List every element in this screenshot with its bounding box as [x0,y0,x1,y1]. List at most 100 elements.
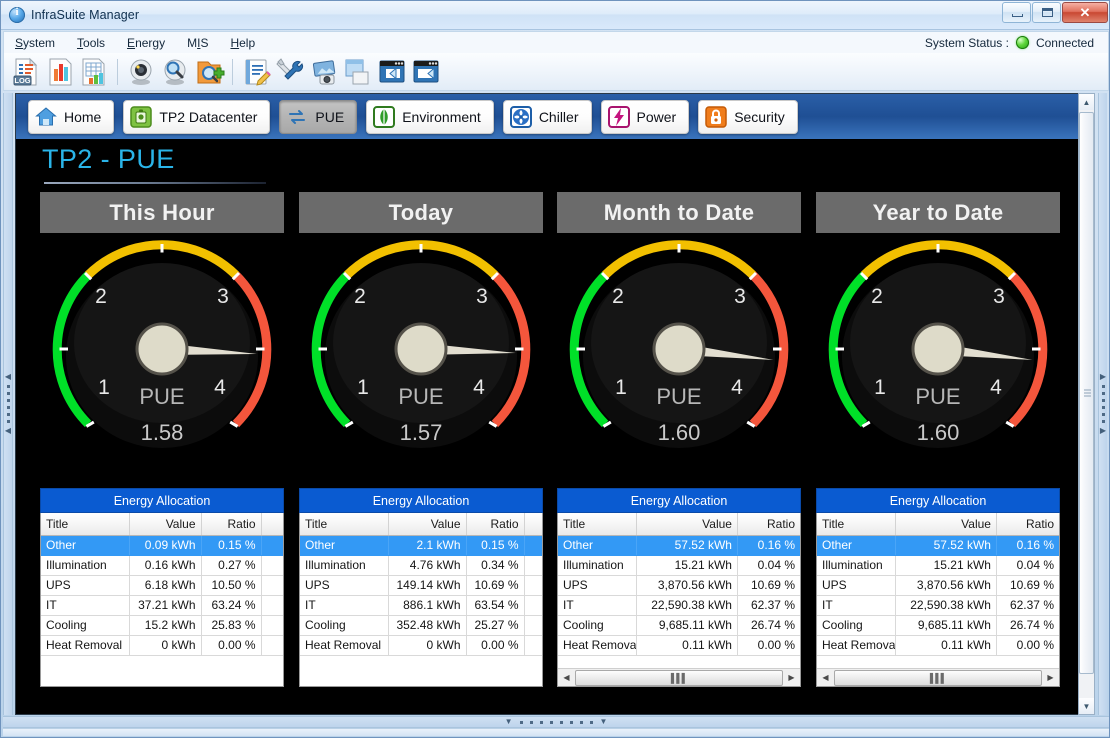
vertical-scroll-thumb[interactable] [1079,112,1094,674]
table-row[interactable]: UPS 6.18 kWh 10.50 % [41,575,283,596]
nav-tab-security[interactable]: Security [698,99,798,134]
table-row[interactable]: Other 0.09 kWh 0.15 % [41,535,283,556]
table-row[interactable]: Illumination 15.21 kWh 0.04 % [817,555,1059,576]
table-row[interactable]: Other 2.1 kWh 0.15 % [300,535,542,556]
table-horizontal-scrollbar[interactable]: ◀ ▌▌▌ ▶ [558,668,800,686]
left-panel-splitter[interactable]: ◀ ◀ [3,93,13,715]
table-row[interactable]: Heat Removal 0.11 kWh 0.00 % [558,635,800,656]
table-row[interactable]: IT 37.21 kWh 63.24 % [41,595,283,616]
splitter-expand-right-icon[interactable]: ▶ [1100,427,1106,435]
table-row[interactable]: Other 57.52 kWh 0.16 % [558,535,800,556]
nav-tab-power[interactable]: Power [600,99,690,134]
splitter-collapse-down-icon[interactable]: ▼ [505,718,513,726]
scroll-right-icon[interactable]: ▶ [783,670,800,686]
svg-text:1: 1 [874,376,886,399]
col-header-value[interactable]: Value [129,513,202,536]
col-header-value[interactable]: Value [388,513,467,536]
gauge-value-3: 1.60 [917,420,960,445]
scroll-track[interactable]: ▌▌▌ [575,669,783,686]
table-row[interactable]: IT 22,590.38 kWh 62.37 % [817,595,1059,616]
bar-chart-report-icon[interactable] [44,56,76,88]
table-row[interactable]: Cooling 15.2 kWh 25.83 % [41,615,283,636]
bottom-panel-splitter[interactable]: ▼ ▼ [3,716,1109,728]
menu-item-energy[interactable]: Energy [116,34,176,52]
add-device-icon[interactable] [193,56,225,88]
system-status-value: Connected [1035,35,1094,50]
gauge-value-2: 1.60 [658,420,701,445]
scroll-right-icon[interactable]: ▶ [1042,670,1059,686]
scroll-down-icon[interactable]: ▼ [1079,698,1094,714]
menu-item-mis[interactable]: MIS [176,34,219,52]
splitter-expand-left-icon[interactable]: ◀ [5,427,11,435]
splitter-collapse-right-icon[interactable]: ▶ [1100,373,1106,381]
table-row[interactable]: Heat Removal 0.11 kWh 0.00 % [817,635,1059,656]
nav-tab-environment[interactable]: Environment [366,99,494,134]
table-row[interactable]: IT 22,590.38 kWh 62.37 % [558,595,800,616]
status-bar [3,728,1109,736]
cell-pad [524,575,542,596]
splitter-collapse-left-icon[interactable]: ◀ [5,373,11,381]
menu-item-system[interactable]: System [4,34,66,52]
close-button[interactable]: ✕ [1062,2,1108,23]
table-row[interactable]: UPS 3,870.56 kWh 10.69 % [817,575,1059,596]
navigate-back-icon[interactable] [376,56,408,88]
nav-tab-home[interactable]: Home [28,99,115,134]
maximize-button[interactable] [1032,2,1061,23]
table-report-icon[interactable] [78,56,110,88]
gauge-month-to-date: 1 2 3 4 PUE 1.60 [557,238,801,488]
navigate-forward-icon[interactable] [410,56,442,88]
table-horizontal-scrollbar[interactable]: ◀ ▌▌▌ ▶ [817,668,1059,686]
nav-tab-tp2-datacenter[interactable]: TP2 Datacenter [123,99,271,134]
table-row[interactable]: Illumination 15.21 kWh 0.04 % [558,555,800,576]
svg-text:3: 3 [476,285,488,308]
scroll-thumb[interactable]: ▌▌▌ [575,669,783,686]
table-row[interactable]: UPS 3,870.56 kWh 10.69 % [558,575,800,596]
table-row[interactable]: Illumination 4.76 kWh 0.34 % [300,555,542,576]
scroll-grip-icon [1084,388,1091,399]
table-row[interactable]: Heat Removal 0 kWh 0.00 % [41,635,283,656]
col-header-value[interactable]: Value [895,513,997,536]
menu-item-tools[interactable]: Tools [66,34,116,52]
scroll-up-icon[interactable]: ▲ [1079,94,1094,110]
chiller-fan-icon [509,105,533,129]
col-header-title[interactable]: Title [817,513,897,536]
table-row[interactable]: Illumination 0.16 kWh 0.27 % [41,555,283,576]
col-header-ratio[interactable]: Ratio [201,513,262,536]
device-search-icon[interactable] [159,56,191,88]
table-row[interactable]: Cooling 9,685.11 kWh 26.74 % [558,615,800,636]
table-row[interactable]: UPS 149.14 kWh 10.69 % [300,575,542,596]
window-layout-icon[interactable] [342,56,374,88]
snapshot-icon[interactable] [308,56,340,88]
cell-title: UPS [41,575,130,596]
settings-tools-icon[interactable] [274,56,306,88]
table-row[interactable]: Other 57.52 kWh 0.16 % [817,535,1059,556]
log-report-icon[interactable]: LOG [10,56,42,88]
scroll-left-icon[interactable]: ◀ [817,670,834,686]
table-header-row: Title Value Ratio [558,513,800,536]
right-panel-splitter[interactable]: ▶ ▶ [1098,93,1107,715]
nav-tab-chiller[interactable]: Chiller [502,99,592,134]
table-row[interactable]: Cooling 9,685.11 kWh 26.74 % [817,615,1059,636]
col-header-ratio[interactable]: Ratio [737,513,800,536]
nav-tab-pue[interactable]: PUE [279,99,358,134]
col-header-title[interactable]: Title [558,513,638,536]
col-header-title[interactable]: Title [300,513,389,536]
scroll-track[interactable]: ▌▌▌ [834,669,1042,686]
table-body-1: Other 2.1 kWh 0.15 % Illumination 4.76 kWh 0.… [300,535,542,656]
table-row[interactable]: Cooling 352.48 kWh 25.27 % [300,615,542,636]
col-header-ratio[interactable]: Ratio [996,513,1059,536]
content-vertical-scrollbar[interactable]: ▲ ▼ [1078,93,1095,715]
edit-notes-icon[interactable] [240,56,272,88]
cell-ratio: 10.69 % [737,575,800,596]
table-row[interactable]: Heat Removal 0 kWh 0.00 % [300,635,542,656]
table-row[interactable]: IT 886.1 kWh 63.54 % [300,595,542,616]
col-header-ratio[interactable]: Ratio [466,513,525,536]
device-monitor-icon[interactable] [125,56,157,88]
col-header-title[interactable]: Title [41,513,130,536]
minimize-button[interactable] [1002,2,1031,23]
menu-item-help[interactable]: Help [219,34,266,52]
scroll-thumb[interactable]: ▌▌▌ [834,669,1042,686]
scroll-left-icon[interactable]: ◀ [558,670,575,686]
col-header-value[interactable]: Value [636,513,738,536]
splitter-expand-down-icon[interactable]: ▼ [600,718,608,726]
